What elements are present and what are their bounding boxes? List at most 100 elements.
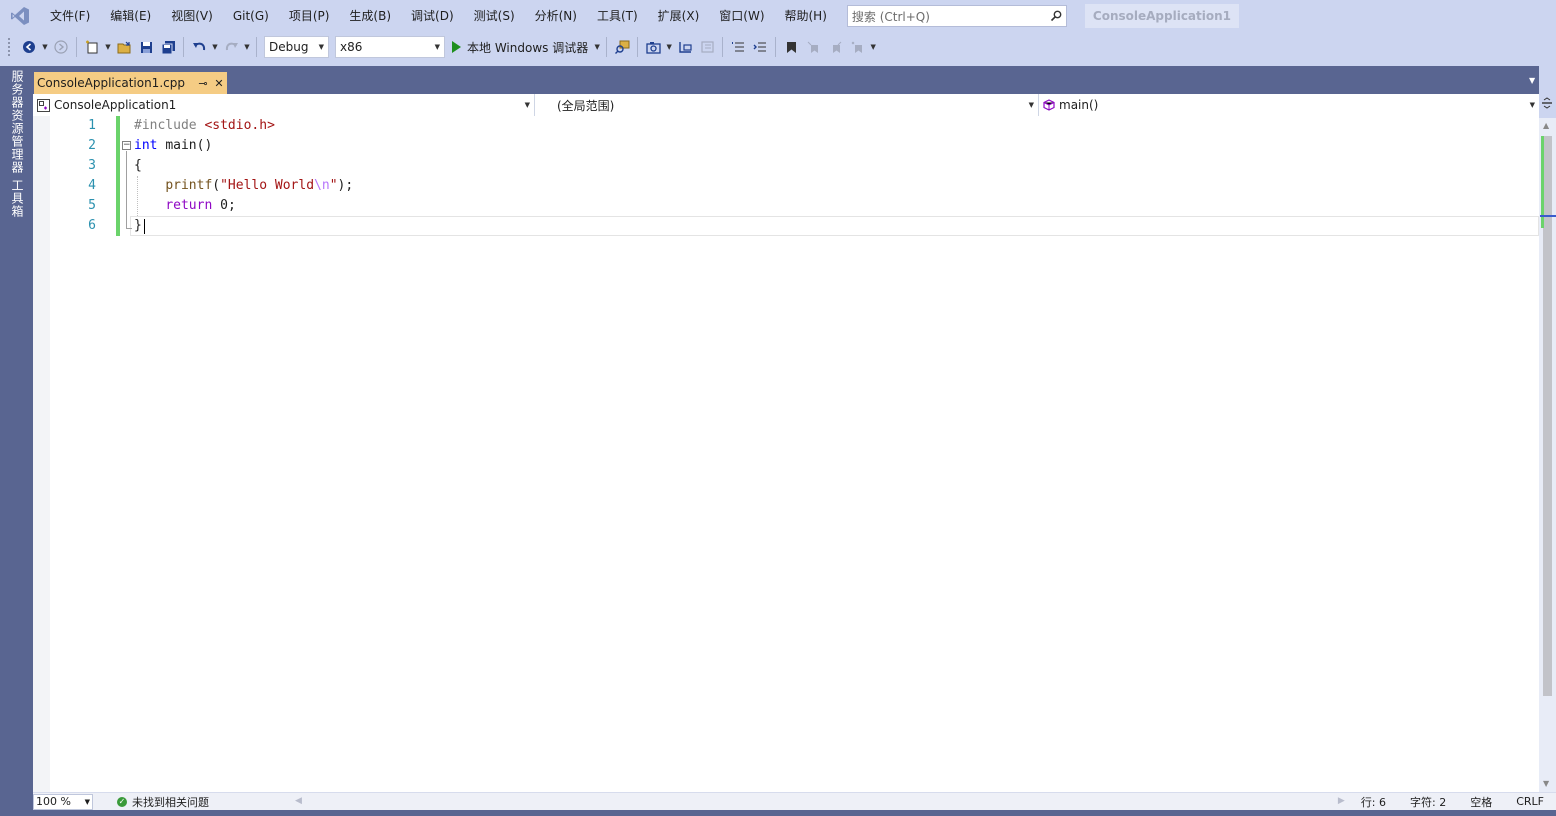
new-project-dropdown-icon[interactable]: ▼ [103, 36, 113, 58]
scroll-left-icon[interactable]: ◀ [295, 796, 302, 806]
menu-help[interactable]: 帮助(H) [775, 5, 837, 27]
vertical-scrollbar[interactable]: ▲ ▼ [1539, 118, 1556, 792]
side-tool-rail: 服务器资源管理器 工具箱 [0, 66, 33, 816]
line-indicator[interactable]: 行: 6 [1349, 794, 1398, 810]
menu-debug[interactable]: 调试(D) [401, 5, 464, 27]
code-line-4[interactable]: printf("Hello World\n"); [134, 176, 353, 196]
menu-git[interactable]: Git(G) [223, 5, 279, 27]
scroll-right-icon[interactable]: ▶ [1338, 796, 1345, 806]
navigate-back-icon[interactable] [18, 36, 40, 58]
menu-project[interactable]: 项目(P) [279, 5, 340, 27]
tab-list-dropdown-icon[interactable]: ▼ [1529, 76, 1539, 86]
issues-indicator[interactable]: ✓ 未找到相关问题 [117, 794, 209, 810]
menu-view[interactable]: 视图(V) [161, 5, 223, 27]
string-literal-end: " [329, 178, 338, 193]
code-editor[interactable]: 1 2 3 4 5 6 − #include <stdio.h> int mai… [33, 116, 1539, 792]
project-select[interactable]: ConsoleApplication1 ▼ [33, 94, 535, 116]
scope-select[interactable]: (全局范围) ▼ [535, 94, 1039, 116]
attach-process-icon[interactable] [611, 36, 633, 58]
next-bookmark-icon[interactable] [824, 36, 846, 58]
escape-sequence: \n [314, 178, 330, 193]
uncomment-lines-icon[interactable] [749, 36, 771, 58]
comment-lines-icon[interactable] [727, 36, 749, 58]
bookmark-icon[interactable] [780, 36, 802, 58]
horizontal-scrollbar[interactable]: ◀ ▶ [209, 795, 1349, 809]
whitespace-indicator[interactable]: 空格 [1458, 794, 1504, 810]
scroll-up-icon[interactable]: ▲ [1543, 121, 1549, 130]
code-line-6[interactable]: } [134, 216, 353, 236]
solution-platform-select[interactable]: x86 ▼ [335, 36, 445, 58]
search-input[interactable]: 搜索 (Ctrl+Q) [846, 5, 1067, 27]
keyword-return: return [165, 198, 213, 213]
step-over-icon[interactable] [674, 36, 696, 58]
menu-edit[interactable]: 编辑(E) [100, 5, 161, 27]
chevron-down-icon: ▼ [1529, 101, 1535, 109]
undo-icon[interactable] [188, 36, 210, 58]
line-number: 5 [88, 198, 96, 213]
menu-window[interactable]: 窗口(W) [709, 5, 774, 27]
menu-tools[interactable]: 工具(T) [587, 5, 648, 27]
menu-file[interactable]: 文件(F) [40, 5, 100, 27]
undo-dropdown-icon[interactable]: ▼ [210, 36, 220, 58]
redo-dropdown-icon[interactable]: ▼ [242, 36, 252, 58]
selection-margin[interactable] [33, 116, 50, 792]
clear-bookmarks-icon[interactable] [846, 36, 868, 58]
caret-position-marker [1540, 215, 1556, 217]
zoom-select[interactable]: 100 % ▼ [33, 793, 93, 810]
menu-test[interactable]: 测试(S) [464, 5, 525, 27]
screenshot-icon[interactable] [642, 36, 664, 58]
line-number: 4 [88, 178, 96, 193]
collapse-icon[interactable]: − [122, 141, 131, 150]
code-text[interactable]: #include <stdio.h> int main() { printf( "… [134, 116, 353, 236]
code-line-2[interactable]: int main() [134, 136, 353, 156]
rail-tab-toolbox[interactable]: 工具箱 [8, 179, 26, 218]
open-paren: ( [212, 178, 221, 193]
chevron-down-icon: ▼ [318, 43, 324, 51]
line-ending-indicator[interactable]: CRLF [1504, 795, 1556, 808]
code-line-3[interactable]: { [134, 156, 353, 176]
menu-analyze[interactable]: 分析(N) [525, 5, 587, 27]
function-call-printf: printf [165, 178, 213, 193]
line-number: 6 [88, 218, 96, 233]
start-debugging-label: 本地 Windows 调试器 [467, 40, 589, 55]
step-out-icon[interactable] [696, 36, 718, 58]
solution-configuration-select[interactable]: Debug ▼ [264, 36, 329, 58]
navigate-forward-icon[interactable] [50, 36, 72, 58]
screenshot-dropdown-icon[interactable]: ▼ [664, 36, 674, 58]
toolbar-separator [76, 37, 77, 57]
redo-icon[interactable] [220, 36, 242, 58]
document-tab-well: ConsoleApplication1.cpp ⊸ ✕ ▼ [33, 66, 1539, 94]
window-bottom-edge [0, 810, 1556, 816]
menu-extensions[interactable]: 扩展(X) [648, 5, 710, 27]
save-all-icon[interactable] [157, 36, 179, 58]
start-debugging-button[interactable]: 本地 Windows 调试器 [448, 36, 592, 58]
menu-build[interactable]: 生成(B) [339, 5, 401, 27]
visual-studio-logo-icon[interactable] [0, 0, 40, 32]
search-icon [1050, 10, 1062, 22]
toolbar-separator [775, 37, 777, 57]
navigate-back-dropdown-icon[interactable]: ▼ [40, 36, 50, 58]
start-debugging-dropdown-icon[interactable]: ▼ [592, 36, 602, 58]
save-icon[interactable] [135, 36, 157, 58]
toolbar-grip[interactable] [8, 38, 12, 56]
previous-bookmark-icon[interactable] [802, 36, 824, 58]
scroll-down-icon[interactable]: ▼ [1543, 779, 1549, 788]
tab-consoleapplication1-cpp[interactable]: ConsoleApplication1.cpp ⊸ ✕ [34, 72, 227, 94]
new-project-icon[interactable] [81, 36, 103, 58]
split-window-icon[interactable] [1541, 97, 1553, 112]
editor-status-line: 100 % ▼ ✓ 未找到相关问题 ◀ ▶ 行: 6 字符: 2 空格 CRLF [33, 792, 1556, 810]
rail-tab-server-explorer[interactable]: 服务器资源管理器 [8, 70, 26, 174]
open-folder-icon[interactable] [113, 36, 135, 58]
char-indicator[interactable]: 字符: 2 [1398, 794, 1458, 810]
code-line-5[interactable]: return 0; [134, 196, 353, 216]
function-icon [1043, 99, 1055, 111]
toolbar-overflow-icon[interactable]: ▼ [868, 36, 878, 58]
scrollbar-thumb[interactable] [1543, 136, 1552, 696]
close-icon[interactable]: ✕ [211, 77, 227, 90]
menu-bar: 文件(F) 编辑(E) 视图(V) Git(G) 项目(P) 生成(B) 调试(… [0, 0, 1556, 32]
code-line-1[interactable]: #include <stdio.h> [134, 116, 353, 136]
pin-icon[interactable]: ⊸ [195, 77, 211, 90]
tab-filename: ConsoleApplication1.cpp [37, 76, 185, 90]
member-select[interactable]: main() ▼ [1039, 94, 1539, 116]
